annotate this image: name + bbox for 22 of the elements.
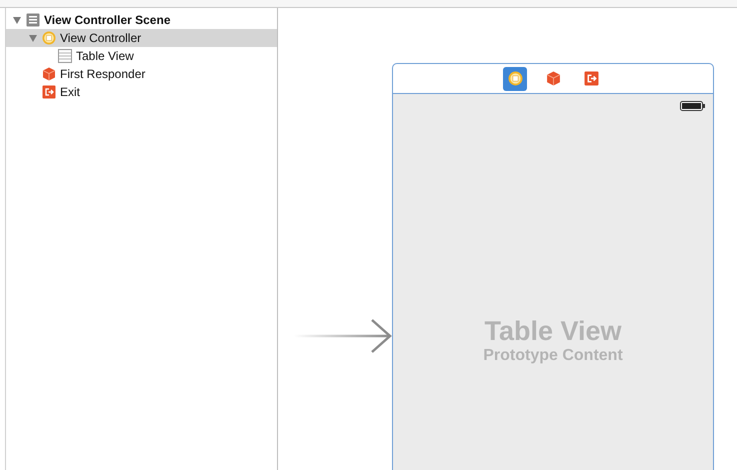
scene-icon: [26, 13, 40, 27]
cube-icon: [546, 71, 560, 86]
view-controller-icon: [508, 71, 522, 86]
table-view-icon: [58, 49, 72, 63]
outline-label: Exit: [60, 84, 80, 101]
dock-item[interactable]: [503, 66, 527, 90]
outline-row[interactable]: View Controller: [6, 29, 277, 47]
view-controller-icon: [42, 31, 56, 45]
outline-label: Table View: [76, 48, 134, 65]
outline-row[interactable]: Exit: [6, 83, 277, 101]
outline-label: View Controller Scene: [44, 12, 170, 29]
disclosure-triangle-icon[interactable]: [13, 16, 21, 24]
cube-icon: [42, 67, 56, 81]
outline-row[interactable]: First Responder: [6, 65, 277, 83]
disclosure-triangle-icon[interactable]: [29, 34, 37, 42]
exit-icon: [584, 71, 598, 86]
outline-label: First Responder: [60, 66, 146, 83]
battery-icon: [680, 101, 705, 111]
outline-label: View Controller: [60, 30, 142, 47]
outline-row[interactable]: Table View: [6, 47, 277, 65]
exit-icon: [42, 85, 56, 99]
outline-row[interactable]: View Controller Scene: [6, 11, 277, 29]
